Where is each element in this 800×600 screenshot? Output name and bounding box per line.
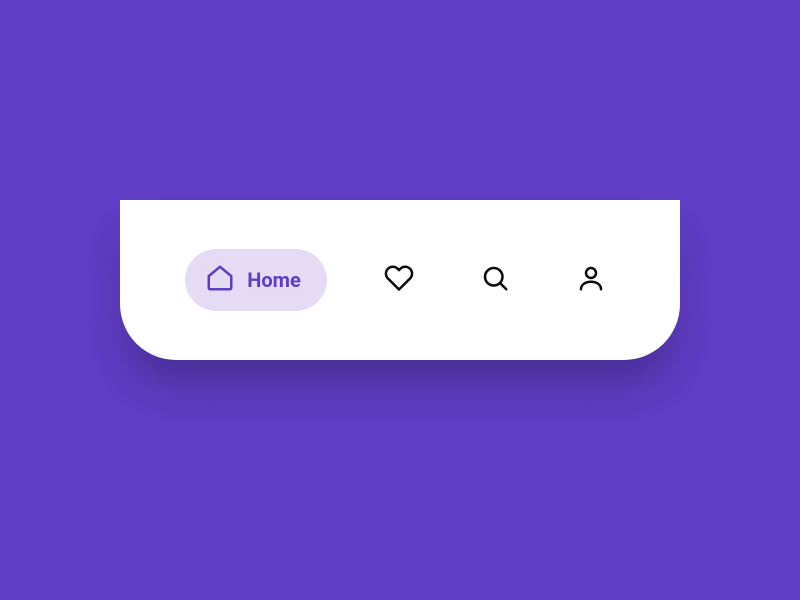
user-icon: [576, 263, 606, 297]
nav-item-home[interactable]: Home: [185, 249, 327, 311]
heart-icon: [384, 263, 414, 297]
bottom-nav: Home: [120, 200, 680, 360]
nav-item-favorites[interactable]: [375, 256, 423, 304]
nav-item-label: Home: [247, 268, 301, 292]
search-icon: [480, 263, 510, 297]
nav-item-profile[interactable]: [567, 256, 615, 304]
home-icon: [205, 263, 235, 297]
nav-item-search[interactable]: [471, 256, 519, 304]
